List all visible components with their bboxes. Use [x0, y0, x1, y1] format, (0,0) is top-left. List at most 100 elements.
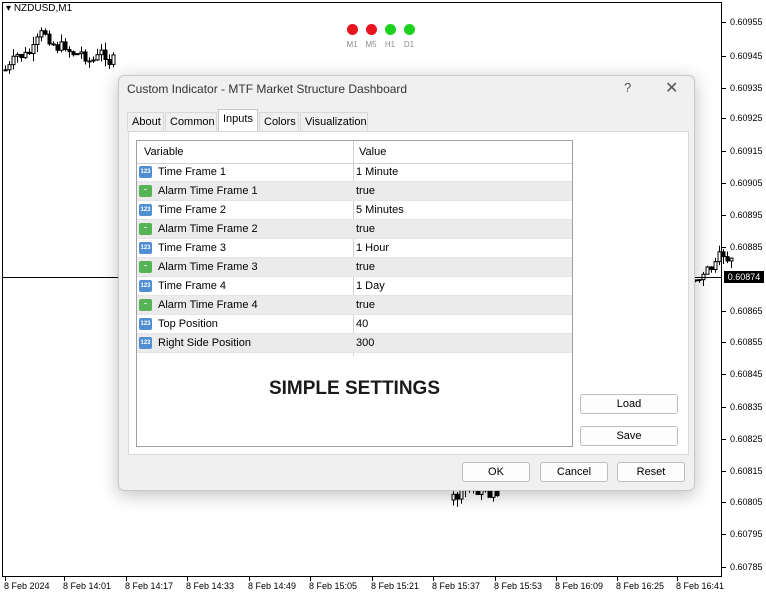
price-tick [722, 407, 726, 408]
variable-value[interactable]: 1 Minute [356, 166, 398, 178]
input-row[interactable]: 123 Right Side Position 300 [137, 334, 572, 353]
number-type-icon: 123 [139, 280, 152, 292]
tf-dot-m1 [347, 24, 358, 35]
input-row[interactable]: 123 Time Frame 2 5 Minutes [137, 201, 572, 220]
candle-body [487, 490, 492, 498]
variable-value[interactable]: true [356, 261, 375, 273]
time-label: 8 Feb 16:25 [616, 581, 665, 591]
tf-label-h1: H1 [384, 40, 396, 49]
load-button[interactable]: Load [580, 394, 678, 414]
variable-name: Time Frame 1 [158, 166, 227, 178]
candle-body [23, 51, 28, 59]
price-label: 0.60835 [730, 402, 763, 412]
help-button[interactable]: ? [624, 80, 631, 95]
price-label: 0.60905 [730, 178, 763, 188]
header-variable[interactable]: Variable [144, 146, 184, 158]
tf-dot-d1 [404, 24, 415, 35]
variable-value[interactable]: 300 [356, 337, 374, 349]
candle-body [697, 279, 702, 282]
input-row[interactable]: ~ Alarm Time Frame 4 true [137, 296, 572, 315]
number-type-icon: 123 [139, 242, 152, 254]
number-type-icon: 123 [139, 204, 152, 216]
variable-name: Top Position [158, 318, 218, 330]
candle-body [729, 257, 734, 262]
boolean-type-icon: ~ [139, 299, 152, 311]
variable-name: Time Frame 2 [158, 204, 227, 216]
candle-body [705, 266, 710, 275]
timeframe-dashboard: M1 M5 H1 D1 [342, 22, 422, 54]
variable-value[interactable]: true [356, 299, 375, 311]
price-label: 0.60885 [730, 242, 763, 252]
price-label: 0.60855 [730, 337, 763, 347]
number-type-icon: 123 [139, 166, 152, 178]
variable-name: Time Frame 4 [158, 280, 227, 292]
candle-body [63, 41, 68, 51]
price-label: 0.60955 [730, 17, 763, 27]
input-row[interactable]: ~ Alarm Time Frame 2 true [137, 220, 572, 239]
price-tick [722, 215, 726, 216]
time-label: 8 Feb 15:53 [494, 581, 543, 591]
inputs-grid[interactable]: Variable Value 123 Time Frame 1 1 Minute ~ A… [136, 140, 573, 447]
candle-body [107, 58, 112, 65]
price-label: 0.60785 [730, 562, 763, 572]
variable-value[interactable]: 40 [356, 318, 368, 330]
input-row[interactable]: ~ Alarm Time Frame 3 true [137, 258, 572, 277]
close-icon[interactable]: ✕ [665, 78, 678, 98]
dialog-title: Custom Indicator - MTF Market Structure … [127, 82, 408, 96]
variable-name: Alarm Time Frame 4 [158, 299, 258, 311]
price-tick [722, 439, 726, 440]
variable-value[interactable]: true [356, 185, 375, 197]
candle-body [79, 51, 84, 55]
candle-body [15, 53, 20, 57]
candle-body [39, 30, 44, 38]
input-row[interactable]: 123 Time Frame 4 1 Day [137, 277, 572, 296]
tab-about[interactable]: About [127, 112, 164, 131]
header-value[interactable]: Value [359, 146, 386, 158]
boolean-type-icon: ~ [139, 223, 152, 235]
reset-button[interactable]: Reset [617, 462, 685, 482]
candle-body [55, 44, 60, 51]
price-label: 0.60935 [730, 83, 763, 93]
price-label: 0.60865 [730, 306, 763, 316]
candle-body [7, 64, 12, 71]
candle-body [71, 51, 76, 56]
tab-visualization[interactable]: Visualization [300, 112, 368, 131]
time-label: 8 Feb 15:37 [432, 581, 481, 591]
number-type-icon: 123 [139, 337, 152, 349]
candle-body [11, 55, 16, 66]
input-row[interactable]: 123 Top Position 40 [137, 315, 572, 334]
price-label: 0.60925 [730, 113, 763, 123]
variable-name: Alarm Time Frame 2 [158, 223, 258, 235]
input-row[interactable]: ~ Alarm Time Frame 1 true [137, 182, 572, 201]
price-tick [722, 118, 726, 119]
tab-inputs[interactable]: Inputs [218, 109, 258, 131]
variable-value[interactable]: 1 Hour [356, 242, 389, 254]
price-label: 0.60895 [730, 210, 763, 220]
tab-common[interactable]: Common [165, 112, 217, 131]
tab-colors[interactable]: Colors [259, 112, 299, 131]
price-tick [722, 151, 726, 152]
cancel-button[interactable]: Cancel [540, 462, 608, 482]
variable-name: Alarm Time Frame 3 [158, 261, 258, 273]
grid-header: Variable Value [137, 141, 572, 164]
input-row[interactable]: 123 Time Frame 1 1 Minute [137, 163, 572, 182]
variable-value[interactable]: 1 Day [356, 280, 385, 292]
tf-label-m1: M1 [346, 40, 358, 49]
price-tick [722, 22, 726, 23]
input-row[interactable]: 123 Time Frame 3 1 Hour [137, 239, 572, 258]
price-label: 0.60795 [730, 529, 763, 539]
candle-body [47, 33, 52, 45]
time-label: 8 Feb 16:41 [676, 581, 725, 591]
price-label: 0.60805 [730, 497, 763, 507]
candle-body [31, 44, 36, 55]
candle-body [103, 49, 108, 60]
time-label: 8 Feb 15:05 [309, 581, 358, 591]
save-button[interactable]: Save [580, 426, 678, 446]
variable-value[interactable]: 5 Minutes [356, 204, 404, 216]
candle-body [75, 53, 80, 56]
variable-value[interactable]: true [356, 223, 375, 235]
ok-button[interactable]: OK [462, 462, 530, 482]
price-label: 0.60815 [730, 466, 763, 476]
time-label: 8 Feb 14:49 [248, 581, 297, 591]
time-label: 8 Feb 14:01 [63, 581, 112, 591]
